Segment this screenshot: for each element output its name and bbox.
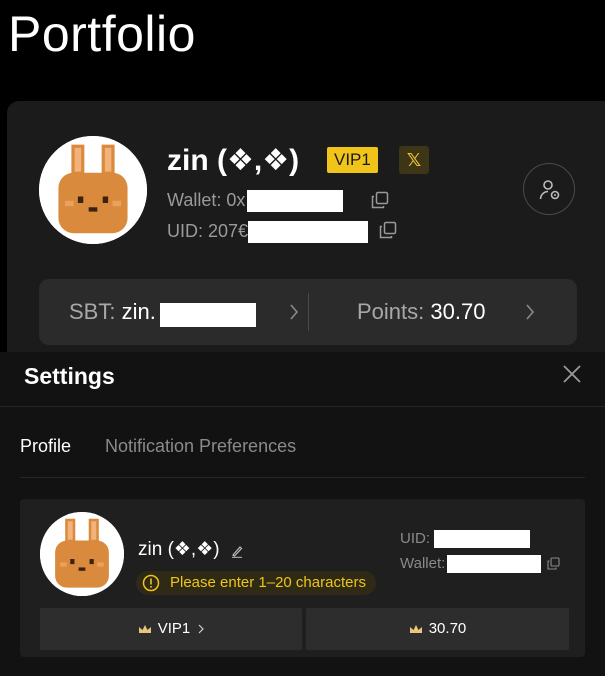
card-wallet-redaction [447, 555, 542, 574]
x-badge[interactable]: 𝕏 [399, 146, 429, 174]
edit-icon[interactable] [231, 544, 243, 558]
bunny-avatar-icon [40, 512, 124, 596]
close-button[interactable] [561, 363, 583, 385]
tabs-divider [20, 477, 585, 478]
sbt-value: zin. [121, 299, 156, 324]
copy-icon[interactable] [379, 221, 397, 239]
sbt-link[interactable]: SBT: zin. [69, 279, 299, 345]
points-value: 30.70 [430, 299, 486, 324]
settings-modal: Settings Profile Notification Preference… [0, 352, 605, 676]
validation-warning: Please enter 1–20 characters [136, 571, 376, 595]
avatar[interactable] [40, 512, 124, 596]
crown-icon [138, 624, 152, 634]
bunny-avatar-icon [39, 136, 147, 244]
chevron-right-icon [289, 303, 299, 321]
wallet-label: Wallet: 0x [167, 190, 246, 210]
uid-label: UID: 207€ [167, 221, 249, 241]
copy-icon[interactable] [371, 191, 389, 209]
chevron-right-icon [525, 303, 535, 321]
points-label: Points: [357, 299, 431, 324]
close-icon [563, 365, 581, 383]
wallet-address: Wallet: 0x [167, 189, 344, 213]
card-uid: UID: [400, 530, 530, 549]
warning-icon [142, 574, 160, 592]
copy-icon[interactable] [547, 557, 560, 570]
user-name: zin (❖,❖) [167, 144, 300, 177]
crown-icon [409, 624, 423, 634]
avatar[interactable] [39, 136, 147, 244]
card-wallet-label: Wallet: [400, 555, 446, 572]
tab-profile[interactable]: Profile [20, 435, 71, 457]
page-title: Portfolio [8, 6, 196, 62]
warning-text: Please enter 1–20 characters [170, 574, 366, 591]
chevron-right-icon [198, 624, 205, 634]
uid: UID: 207€ [167, 220, 369, 244]
points-button[interactable]: 30.70 [306, 608, 569, 650]
settings-title: Settings [24, 363, 115, 389]
card-uid-redaction [434, 530, 530, 549]
vip-badge[interactable]: VIP1 [327, 147, 378, 173]
sbt-redaction [159, 302, 256, 327]
points-link[interactable]: Points: 30.70 [357, 279, 557, 345]
user-settings-icon [539, 180, 560, 200]
profile-name-field[interactable]: zin (❖,❖) [138, 539, 220, 561]
stats-divider [308, 293, 309, 331]
wallet-redaction [247, 190, 344, 213]
portfolio-card: zin (❖,❖) VIP1 𝕏 Wallet: 0x UID: 207€ SB… [7, 101, 605, 361]
modal-divider [0, 406, 605, 407]
vip-level-button[interactable]: VIP1 [40, 608, 302, 650]
tab-notification-preferences[interactable]: Notification Preferences [105, 435, 296, 457]
sbt-label: SBT: [69, 299, 122, 324]
profile-card: zin (❖,❖) Please enter 1–20 characters U… [20, 499, 585, 657]
profile-settings-button[interactable] [523, 163, 575, 215]
card-uid-label: UID: [400, 530, 430, 547]
points-button-label: 30.70 [428, 620, 467, 637]
vip-button-label: VIP1 [157, 620, 191, 637]
card-wallet: Wallet: [400, 555, 542, 574]
stats-bar: SBT: zin. Points: 30.70 [39, 279, 577, 345]
uid-redaction [248, 221, 369, 244]
